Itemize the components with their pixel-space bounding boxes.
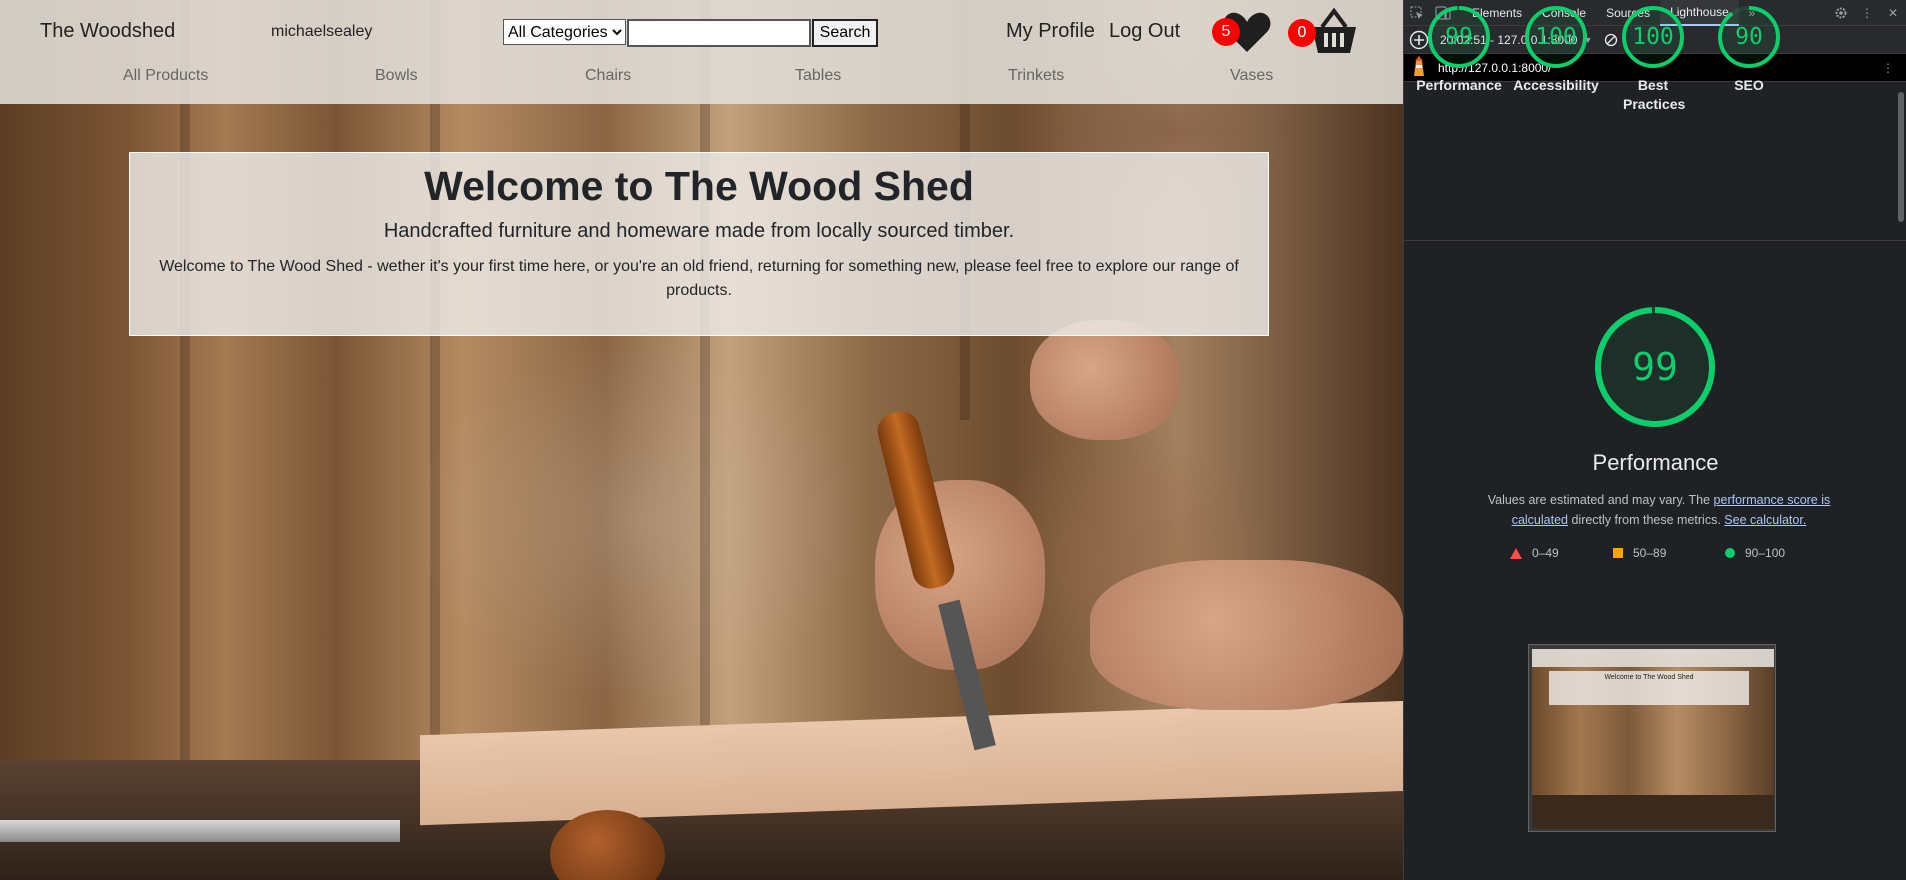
legend-average-label: 50–89 [1633,546,1667,560]
nav-vases[interactable]: Vases [1230,67,1273,85]
website-viewport: The Woodshed michaelsealey All Categorie… [0,0,1403,880]
basket-icon [1312,7,1356,53]
performance-note-text: Values are estimated and may vary. The [1487,493,1711,507]
nav-all-products[interactable]: All Products [123,67,208,85]
brand-link[interactable]: The Woodshed [40,20,175,43]
section-divider [1404,240,1906,241]
gauge-label: SEO [1734,77,1764,93]
hero-title: Welcome to The Wood Shed [424,163,974,209]
kebab-menu-icon[interactable]: ⋮ [1854,0,1880,26]
gauge-seo[interactable]: 90 SEO [1704,4,1794,95]
legend-pass-label: 90–100 [1745,546,1786,560]
thumbnail-bench [1532,795,1774,829]
pass-circle-icon [1725,548,1735,558]
average-square-icon [1613,548,1623,558]
gauge-accessibility[interactable]: 100 Accessibility [1511,4,1601,95]
arm-image [1090,560,1403,710]
performance-large-gauge: 99 [1592,304,1718,430]
legend-fail-label: 0–49 [1532,546,1559,560]
basket-button[interactable]: 0 [1288,7,1358,62]
username-label: michaelsealey [271,23,373,40]
thumbnail-hero: Welcome to The Wood Shed [1549,671,1749,705]
settings-gear-icon[interactable] [1828,0,1854,26]
hand-image [1030,320,1180,440]
site-header: The Woodshed michaelsealey All Categorie… [0,0,1403,104]
legend-pass: 90–100 [1725,546,1785,560]
gauge-score: 90 [1735,24,1763,50]
thumbnail-header [1532,649,1774,667]
gauge-label: Accessibility [1513,77,1599,93]
close-icon[interactable]: ✕ [1880,0,1906,26]
my-profile-link[interactable]: My Profile [1006,20,1095,43]
search-button[interactable]: Search [812,19,878,47]
see-calculator-link[interactable]: See calculator. [1724,513,1806,527]
background-plank [700,0,710,760]
performance-note-middle: directly from these metrics. [1571,513,1721,527]
legend-average: 50–89 [1613,546,1666,560]
wishlist-button[interactable]: 5 [1212,10,1272,59]
gauge-label: Performance [1416,77,1502,93]
hero-subtitle: Handcrafted furniture and homeware made … [383,220,1015,242]
vise-clamp [0,820,400,842]
performance-heading: Performance [1592,450,1719,475]
gauge-score: 100 [1535,24,1577,50]
basket-count-badge: 0 [1288,19,1316,47]
search-form: All Categories Search [503,19,878,47]
search-input[interactable] [627,19,811,47]
page-screenshot-thumbnail[interactable]: Welcome to The Wood Shed [1528,644,1776,832]
legend-fail: 0–49 [1510,546,1559,560]
category-select[interactable]: All Categories [503,19,626,45]
wishlist-count-badge: 5 [1212,18,1240,46]
nav-chairs[interactable]: Chairs [585,67,631,85]
background-plank [180,0,190,760]
nav-tables[interactable]: Tables [795,67,841,85]
url-bar-menu-icon[interactable]: ⋮ [1882,61,1894,75]
thumbnail-hero-title: Welcome to The Wood Shed [1604,674,1694,681]
gauge-performance[interactable]: 99 Performance [1414,4,1504,95]
gauge-score: 100 [1632,24,1674,50]
hero-description: Welcome to The Wood Shed - wether it's y… [159,258,1239,299]
scrollbar-thumb[interactable] [1898,92,1904,222]
devtools-panel: Elements Console Sources Lighthouse » ⋮ … [1403,0,1906,880]
background-plank [430,0,440,760]
fail-triangle-icon [1510,547,1522,559]
hero-banner: Welcome to The Wood Shed Handcrafted fur… [129,152,1269,336]
gauge-best-practices[interactable]: 100 Best Practices [1608,4,1698,114]
gauge-label: Best Practices [1623,77,1686,112]
nav-bowls[interactable]: Bowls [375,67,418,85]
performance-note: Values are estimated and may vary. The p… [1464,490,1854,530]
gauge-score: 99 [1632,345,1678,389]
gauge-score: 99 [1445,24,1473,50]
log-out-link[interactable]: Log Out [1109,20,1180,43]
nav-trinkets[interactable]: Trinkets [1008,67,1064,85]
